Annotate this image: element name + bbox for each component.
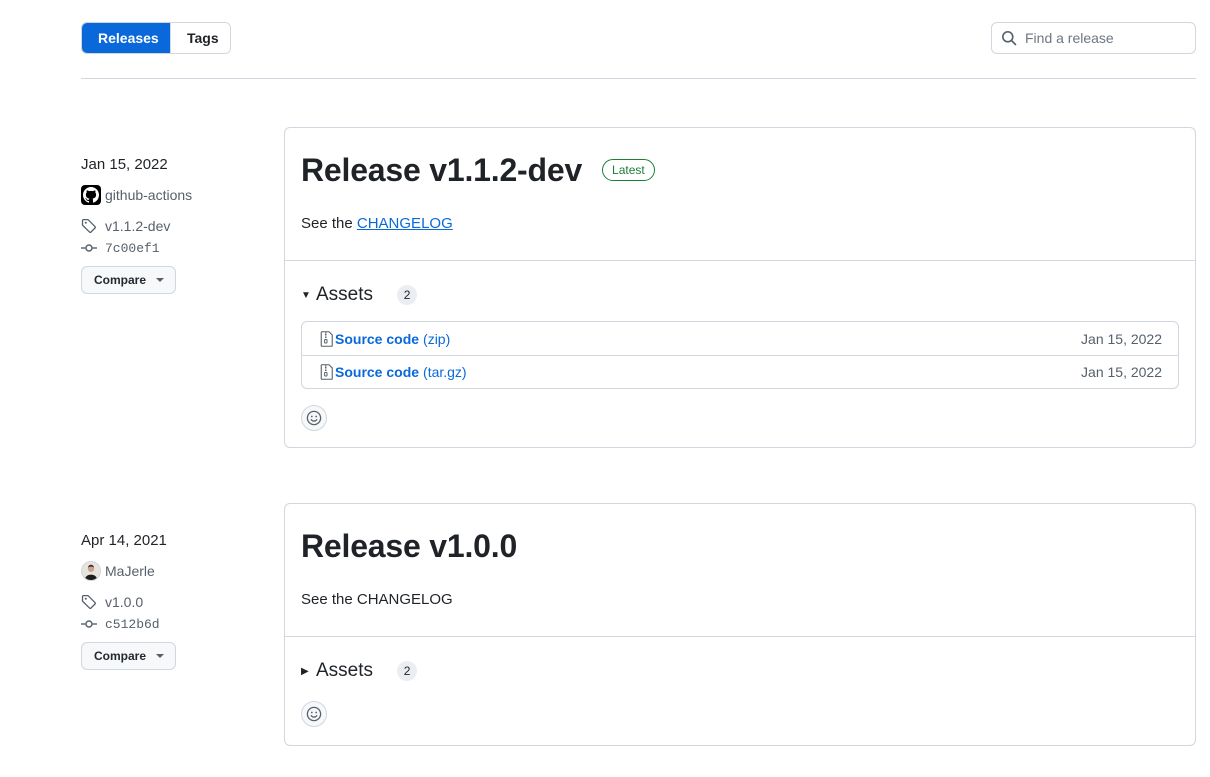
asset-ext[interactable]: (tar.gz) [423,364,467,380]
release-date: Apr 14, 2021 [81,532,167,549]
compare-label: Compare [94,649,147,663]
find-release-search[interactable] [991,22,1196,54]
latest-badge: Latest [602,159,655,181]
release-body: See the CHANGELOG [301,591,453,608]
release-author[interactable]: MaJerle [81,561,261,581]
file-zip-icon [320,364,333,380]
assets-label: Assets [316,284,374,305]
release-card: Release v1.1.2-dev Latest See the CHANGE… [284,127,1196,448]
assets-count: 2 [397,285,418,305]
tab-tags[interactable]: Tags [170,23,230,53]
release-title[interactable]: Release v1.0.0 [301,528,517,565]
asset-name[interactable]: Source code [335,331,419,347]
release-body: See the CHANGELOG [301,214,1179,234]
releases-tags-switcher: Releases Tags [81,22,231,54]
release-meta: Apr 14, 2021 MaJerle v1.0.0 c512b6d Comp… [81,531,261,670]
assets-label: Assets [316,660,374,681]
user-photo-icon [84,564,98,580]
release-tag[interactable]: v1.1.2-dev [81,216,261,236]
github-logo-icon [83,187,99,203]
caret-down-icon [156,278,165,282]
assets-toggle[interactable]: ▶ Assets 2 [301,659,1179,683]
asset-name[interactable]: Source code [335,364,419,380]
smiley-icon [306,706,322,722]
triangle-right-icon: ▶ [301,665,309,677]
tab-releases[interactable]: Releases [82,23,170,53]
tag-icon [81,594,96,610]
github-actions-avatar [81,185,101,205]
release-commit[interactable]: 7c00ef1 [81,238,261,258]
asset-date: Jan 15, 2022 [1081,364,1162,380]
triangle-down-icon: ▼ [301,289,311,301]
release-card: Release v1.0.0 See the CHANGELOG ▶ Asset… [284,503,1196,746]
search-input[interactable] [1025,30,1185,46]
smiley-icon [306,410,322,426]
asset-ext[interactable]: (zip) [423,331,450,347]
release-title[interactable]: Release v1.1.2-dev [301,152,582,189]
tag-name[interactable]: v1.1.2-dev [105,218,170,234]
tag-name[interactable]: v1.0.0 [105,594,143,610]
tag-icon [81,218,96,234]
header-divider [81,78,1196,79]
asset-row[interactable]: Source code (tar.gz) Jan 15, 2022 [302,355,1178,388]
compare-button[interactable]: Compare [81,642,176,670]
compare-button[interactable]: Compare [81,266,176,294]
commit-icon [81,620,97,628]
commit-icon [81,244,97,252]
caret-down-icon [156,654,165,658]
commit-sha[interactable]: 7c00ef1 [105,241,160,256]
asset-row[interactable]: Source code (zip) Jan 15, 2022 [302,322,1178,355]
assets-count: 2 [397,661,418,681]
add-reaction-button[interactable] [301,701,327,727]
releases-header: Releases Tags [81,22,1196,55]
release-meta: Jan 15, 2022 github-actions v1.1.2-dev 7… [81,155,261,294]
changelog-link[interactable]: CHANGELOG [357,215,453,232]
author-name[interactable]: github-actions [105,187,192,203]
assets-toggle[interactable]: ▼ Assets 2 [301,283,1179,307]
release-tag[interactable]: v1.0.0 [81,592,261,612]
file-zip-icon [320,330,333,347]
compare-label: Compare [94,273,147,287]
search-icon [1002,31,1017,46]
release-commit[interactable]: c512b6d [81,614,261,634]
body-text: See the [301,215,353,232]
release-author[interactable]: github-actions [81,185,261,205]
asset-date: Jan 15, 2022 [1081,330,1162,347]
author-name[interactable]: MaJerle [105,563,155,579]
release-date: Jan 15, 2022 [81,156,168,173]
add-reaction-button[interactable] [301,405,327,431]
asset-list: Source code (zip) Jan 15, 2022 Source co… [301,321,1179,389]
commit-sha[interactable]: c512b6d [105,617,160,632]
user-avatar [81,561,101,581]
